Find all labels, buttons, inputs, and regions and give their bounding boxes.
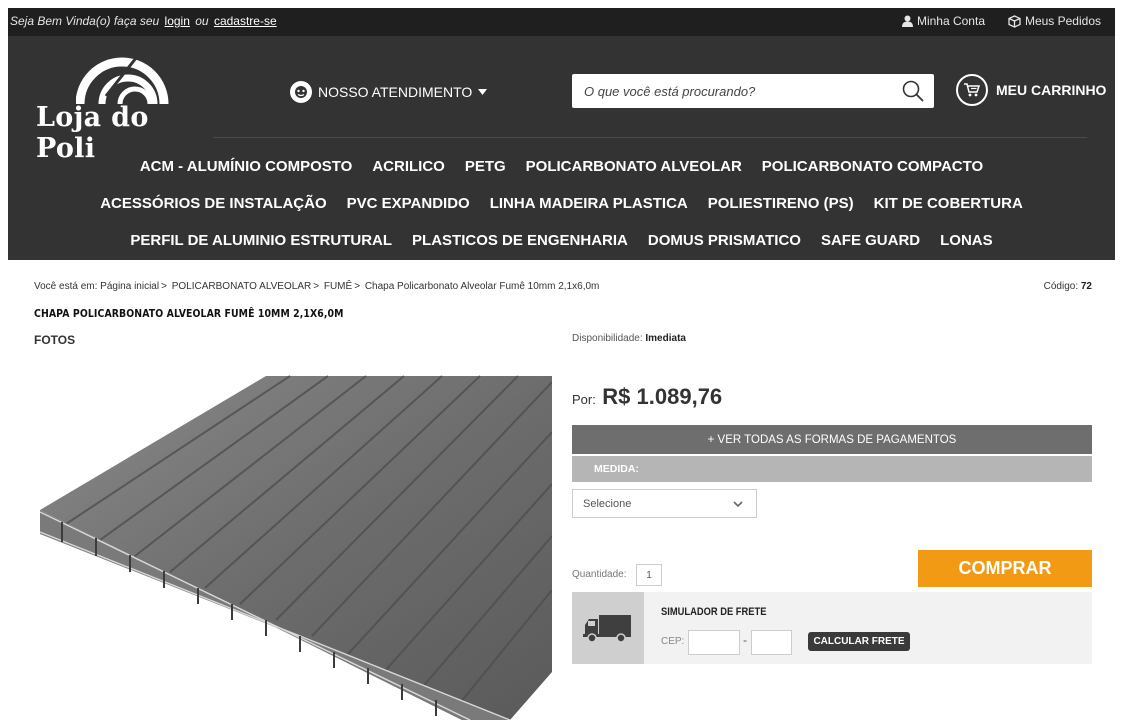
buy-button[interactable]: COMPRAR xyxy=(918,550,1092,587)
category-pvc-expandido[interactable]: PVC EXPANDIDO xyxy=(347,195,470,212)
category-policarbonato-alveolar[interactable]: POLICARBONATO ALVEOLAR xyxy=(526,158,742,175)
truck-icon xyxy=(572,592,644,664)
category-row: PERFIL DE ALUMINIO ESTRUTURAL PLASTICOS … xyxy=(8,222,1115,259)
category-safe-guard[interactable]: SAFE GUARD xyxy=(821,232,920,249)
category-plasticos-engenharia[interactable]: PLASTICOS DE ENGENHARIA xyxy=(412,232,628,249)
chevron-down-icon xyxy=(733,501,743,508)
category-kit-cobertura[interactable]: KIT DE COBERTURA xyxy=(874,195,1023,212)
breadcrumb-item[interactable]: POLICARBONATO ALVEOLAR xyxy=(172,281,312,292)
breadcrumb-prefix: Você está em: xyxy=(34,281,98,292)
product-image[interactable] xyxy=(40,372,552,720)
price-value: R$ 1.089,76 xyxy=(602,384,723,409)
measure-label: MEDIDA: xyxy=(572,456,1092,482)
welcome-message: Seja Bem Vinda(o) faça seu login ou cada… xyxy=(10,14,279,28)
caret-down-icon xyxy=(478,89,488,95)
category-acrilico[interactable]: ACRILICO xyxy=(372,158,445,175)
category-policarbonato-compacto[interactable]: POLICARBONATO COMPACTO xyxy=(762,158,983,175)
shipping-title: SIMULADOR DE FRETE xyxy=(661,606,767,618)
customer-support-menu[interactable]: NOSSO ATENDIMENTO xyxy=(290,81,488,103)
category-acm[interactable]: ACM - ALUMÍNIO COMPOSTO xyxy=(140,158,353,175)
cart-link[interactable]: MEU CARRINHO xyxy=(956,74,1106,106)
availability-value: Imediata xyxy=(645,333,686,344)
login-link[interactable]: login xyxy=(165,14,190,28)
category-petg[interactable]: PETG xyxy=(465,158,506,175)
search-input[interactable] xyxy=(572,74,872,108)
search-bar xyxy=(572,74,934,108)
photos-label: FOTOS xyxy=(34,333,76,347)
cep-input-first[interactable] xyxy=(688,630,740,655)
cart-label: MEU CARRINHO xyxy=(996,82,1107,98)
category-perfil-aluminio[interactable]: PERFIL DE ALUMINIO ESTRUTURAL xyxy=(130,232,392,249)
category-row: ACM - ALUMÍNIO COMPOSTO ACRILICO PETG PO… xyxy=(8,148,1115,185)
price: Por: R$ 1.089,76 xyxy=(572,384,722,410)
logo-arches-icon xyxy=(76,57,169,105)
my-orders-label: Meus Pedidos xyxy=(1024,14,1101,28)
search-icon[interactable] xyxy=(902,80,924,102)
breadcrumb-item[interactable]: Página inicial xyxy=(100,281,159,292)
category-row: ACESSÓRIOS DE INSTALAÇÃO PVC EXPANDIDO L… xyxy=(8,185,1115,222)
measure-select[interactable]: Selecione xyxy=(572,489,757,518)
site-header: Loja do Poli NOSSO ATENDIMENTO M xyxy=(8,36,1115,260)
product-title: CHAPA POLICARBONATO ALVEOLAR FUMÊ 10MM 2… xyxy=(34,307,344,320)
cep-input-second[interactable] xyxy=(751,630,792,655)
user-icon xyxy=(901,15,913,27)
price-prefix: Por: xyxy=(572,392,596,407)
shipping-simulator: SIMULADOR DE FRETE CEP: - CALCULAR FRETE xyxy=(572,592,1092,664)
quantity-input[interactable]: 1 xyxy=(636,564,662,586)
product-code-value: 72 xyxy=(1080,281,1092,292)
box-icon xyxy=(1008,14,1021,28)
payment-options-button[interactable]: + VER TODAS AS FORMAS DE PAGAMENTOS xyxy=(572,425,1092,454)
my-account-link[interactable]: Minha Conta xyxy=(901,14,985,28)
breadcrumb-current: Chapa Policarbonato Alveolar Fumê 10mm 2… xyxy=(364,281,600,292)
or-text: ou xyxy=(195,14,209,28)
breadcrumb: Você está em: Página inicial > POLICARBON… xyxy=(34,281,600,292)
category-madeira-plastica[interactable]: LINHA MADEIRA PLASTICA xyxy=(490,195,688,212)
category-acessorios[interactable]: ACESSÓRIOS DE INSTALAÇÃO xyxy=(100,195,326,212)
customer-support-label: NOSSO ATENDIMENTO xyxy=(318,84,473,100)
cep-label: CEP: xyxy=(661,636,685,647)
my-account-label: Minha Conta xyxy=(916,14,985,28)
availability-label: Disponibilidade: xyxy=(572,333,643,344)
site-logo[interactable]: Loja do Poli xyxy=(36,50,206,164)
breadcrumb-item[interactable]: FUMÊ xyxy=(324,281,352,292)
availability: Disponibilidade: Imediata xyxy=(572,333,686,344)
quantity-label: Quantidade: xyxy=(572,569,627,580)
calculate-shipping-button[interactable]: CALCULAR FRETE xyxy=(808,632,910,651)
cep-dash: - xyxy=(743,633,747,647)
measure-select-value: Selecione xyxy=(583,497,632,510)
product-code: Código: 72 xyxy=(1044,281,1092,292)
category-domus-prismatico[interactable]: DOMUS PRISMATICO xyxy=(648,232,801,249)
header-divider xyxy=(213,137,1087,138)
product-code-label: Código: xyxy=(1043,281,1079,292)
top-bar: Seja Bem Vinda(o) faça seu login ou cada… xyxy=(8,8,1115,36)
welcome-prefix: Seja Bem Vinda(o) faça seu xyxy=(10,14,160,28)
my-orders-link[interactable]: Meus Pedidos xyxy=(1008,14,1101,28)
cart-icon xyxy=(956,74,988,106)
register-link[interactable]: cadastre-se xyxy=(214,14,277,28)
category-nav: ACM - ALUMÍNIO COMPOSTO ACRILICO PETG PO… xyxy=(8,148,1115,259)
category-poliestireno[interactable]: POLIESTIRENO (PS) xyxy=(708,195,854,212)
headset-icon xyxy=(290,81,312,103)
category-lonas[interactable]: LONAS xyxy=(940,232,993,249)
